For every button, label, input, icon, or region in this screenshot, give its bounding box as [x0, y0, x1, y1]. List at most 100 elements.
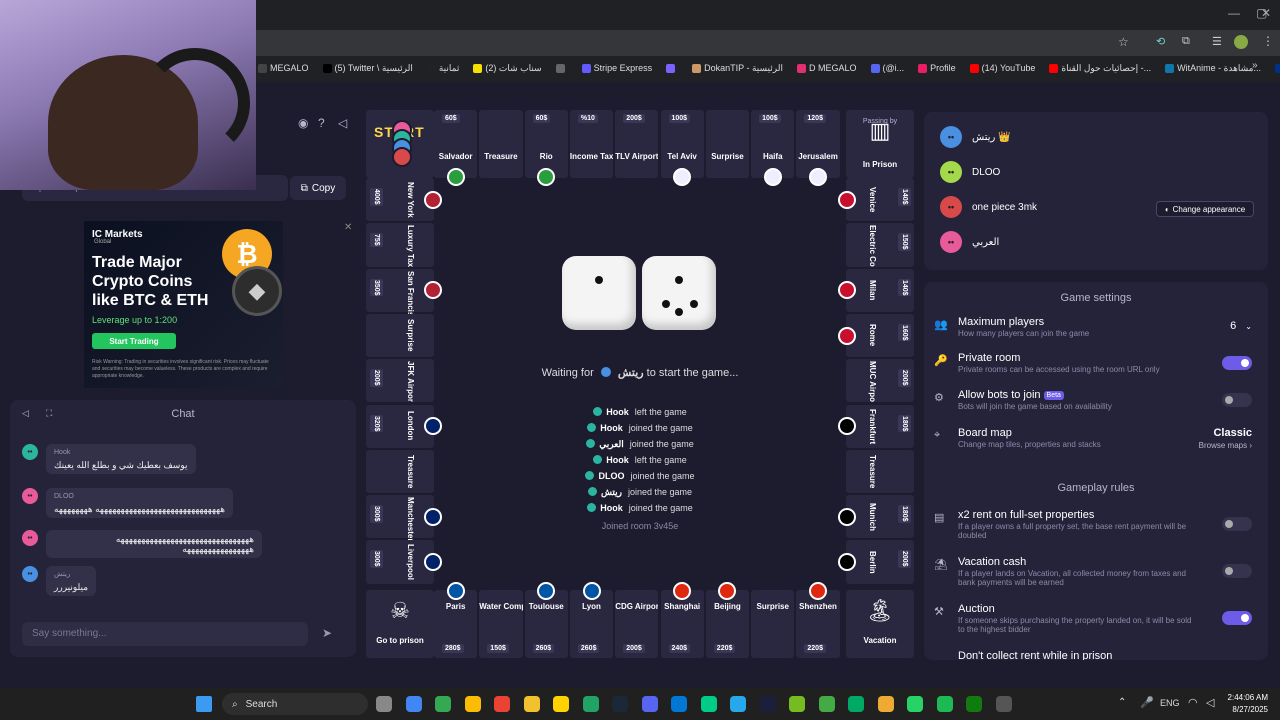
player-row[interactable]: •• ريتش 👑: [940, 126, 1011, 148]
board-tile[interactable]: Venice 140$: [838, 178, 914, 222]
board-tile[interactable]: MUC Airport 200$: [846, 359, 914, 403]
board-tile[interactable]: Haifa 100$: [751, 110, 795, 186]
board-tile[interactable]: Electric Company 150$: [846, 223, 914, 267]
ad-cta-button[interactable]: Start Trading: [92, 333, 176, 349]
bookmark-item[interactable]: ثمانية: [426, 63, 459, 74]
bookmark-item[interactable]: (14) YouTube: [969, 63, 1035, 73]
board-tile[interactable]: Milan 140$: [838, 268, 914, 312]
vacation-corner[interactable]: 🏝 Vacation: [846, 590, 914, 658]
windows-start-icon[interactable]: [196, 696, 212, 712]
taskbar-app-icon[interactable]: [759, 696, 776, 712]
bookmark-item[interactable]: [555, 63, 568, 73]
menu-list-icon[interactable]: ☰: [1212, 35, 1222, 48]
bookmark-item[interactable]: D MEGALO: [796, 63, 857, 73]
board-tile[interactable]: Treasure: [366, 449, 434, 494]
taskbar-app-icon[interactable]: [405, 696, 422, 712]
bookmarks-overflow-icon[interactable]: »: [1252, 60, 1258, 71]
bookmark-item[interactable]: (@i...: [870, 63, 904, 73]
board-tile[interactable]: Lyon 260$: [569, 582, 614, 658]
taskbar-app-icon[interactable]: [582, 696, 599, 712]
taskbar-app-icon[interactable]: [966, 696, 982, 712]
board-tile[interactable]: Surprise: [705, 110, 750, 178]
taskbar-app-icon[interactable]: [877, 696, 894, 712]
taskbar-app-icon[interactable]: [730, 696, 746, 712]
taskbar-app-icon[interactable]: [494, 696, 510, 712]
volume-icon[interactable]: ◁: [1206, 696, 1214, 709]
profile-avatar[interactable]: [1234, 35, 1248, 49]
board-tile[interactable]: Rome 160$: [838, 313, 914, 358]
board-tile[interactable]: JFK Airport 200$: [366, 359, 434, 403]
copy-button[interactable]: ⧉ Copy: [290, 176, 346, 200]
browse-maps-link[interactable]: Browse maps ›: [1199, 441, 1252, 450]
taskbar-app-icon[interactable]: [936, 696, 953, 712]
board-tile[interactable]: Water Company 150$: [479, 590, 523, 658]
max-players-select[interactable]: 6 ⌄: [1230, 320, 1252, 332]
minimize-icon[interactable]: —: [1228, 6, 1240, 20]
bookmark-item[interactable]: Profile: [918, 63, 956, 73]
bookmark-item[interactable]: DokanTIP - الرئيسية: [692, 63, 783, 74]
send-icon[interactable]: ➤: [322, 626, 332, 640]
bookmark-item[interactable]: PayPal: الموجز: [1274, 63, 1280, 74]
board-tile[interactable]: Jerusalem 120$: [796, 110, 840, 186]
address-bar[interactable]: ☆ ⟲ ⧉ ☰ ⋮: [256, 30, 1280, 56]
chat-input[interactable]: Say something...: [22, 622, 308, 646]
player-row[interactable]: •• one piece 3mk: [940, 196, 1037, 218]
puzzle-icon[interactable]: ⧉: [1182, 35, 1190, 48]
help-icon[interactable]: ?: [318, 116, 325, 130]
board-tile[interactable]: Shanghai 240$: [660, 582, 704, 658]
taskbar-app-icon[interactable]: [907, 696, 923, 712]
board-tile[interactable]: Berlin 200$: [838, 540, 914, 584]
ad-close-icon[interactable]: ✕: [344, 222, 352, 233]
change-appearance-button[interactable]: ◐ Change appearance: [1156, 201, 1254, 217]
board-tile[interactable]: Toulouse 260$: [524, 582, 568, 658]
board-tile[interactable]: London 320$: [366, 404, 442, 448]
allow-bots-toggle[interactable]: [1222, 393, 1252, 407]
vacation-cash-toggle[interactable]: [1222, 564, 1252, 578]
bookmark-item[interactable]: [666, 63, 678, 73]
extension-icon[interactable]: ⟲: [1156, 35, 1165, 48]
board-tile[interactable]: CDG Airport 200$: [615, 590, 659, 658]
bookmark-item[interactable]: WitAnime - مشاهدة...: [1165, 63, 1261, 74]
board-tile[interactable]: TLV Airport 200$: [615, 110, 659, 178]
bookmark-item[interactable]: (2) سناب شات: [473, 63, 542, 74]
close-icon[interactable]: ✕: [1261, 6, 1271, 20]
taskbar-app-icon[interactable]: [700, 696, 717, 712]
board-tile[interactable]: Manchester 300$: [366, 495, 442, 542]
taskbar-app-icon[interactable]: [789, 696, 805, 712]
board-tile[interactable]: Luxury Tax 75$: [366, 223, 434, 267]
go-to-prison-corner[interactable]: ☠ Go to prison: [366, 590, 434, 658]
board-tile[interactable]: Tel Aviv 100$: [660, 110, 704, 186]
more-icon[interactable]: ⋮: [1262, 34, 1274, 48]
player-row[interactable]: •• العربي: [940, 231, 999, 253]
language-indicator[interactable]: ENG: [1160, 698, 1180, 708]
taskbar-app-icon[interactable]: [641, 696, 658, 712]
taskbar-app-icon[interactable]: [818, 696, 835, 712]
taskbar-app-icon[interactable]: [848, 696, 864, 712]
auction-toggle[interactable]: [1222, 611, 1252, 625]
board-tile[interactable]: Surprise: [751, 590, 795, 658]
board-tile[interactable]: Rio 60$: [524, 110, 568, 186]
player-row[interactable]: •• DLOO: [940, 161, 1000, 183]
clock[interactable]: 2:44:06 AM 8/27/2025: [1228, 692, 1268, 716]
wifi-icon[interactable]: ◠: [1188, 696, 1198, 709]
board-tile[interactable]: New York 400$: [366, 178, 442, 222]
taskbar-app-icon[interactable]: [612, 696, 628, 712]
tray-chevron-icon[interactable]: ⌃: [1118, 697, 1126, 708]
board-tile[interactable]: Beijing 220$: [705, 582, 750, 658]
board-tile[interactable]: San Francisco 350$: [366, 268, 442, 325]
board-tile[interactable]: Salvador 60$: [434, 110, 478, 186]
taskbar-search[interactable]: ⌕ Search: [222, 693, 368, 715]
x2-rent-toggle[interactable]: [1222, 517, 1252, 531]
board-tile[interactable]: Surprise: [366, 313, 434, 358]
taskbar-app-icon[interactable]: [464, 696, 481, 712]
star-icon[interactable]: ☆: [1118, 35, 1129, 49]
board-tile[interactable]: Shenzhen 220$: [796, 582, 840, 658]
bookmark-item[interactable]: (5) Twitter \ الرئيسية: [322, 63, 413, 74]
taskbar-app-icon[interactable]: [376, 696, 392, 712]
board-tile[interactable]: Frankfurt 180$: [838, 404, 914, 448]
board-tile[interactable]: Munich 180$: [838, 495, 914, 539]
board-tile[interactable]: Treasure: [846, 449, 914, 494]
board-tile[interactable]: Treasure: [479, 110, 523, 178]
board-tile[interactable]: Liverpool 300$: [366, 540, 442, 584]
sound-icon[interactable]: ◁: [338, 116, 347, 130]
